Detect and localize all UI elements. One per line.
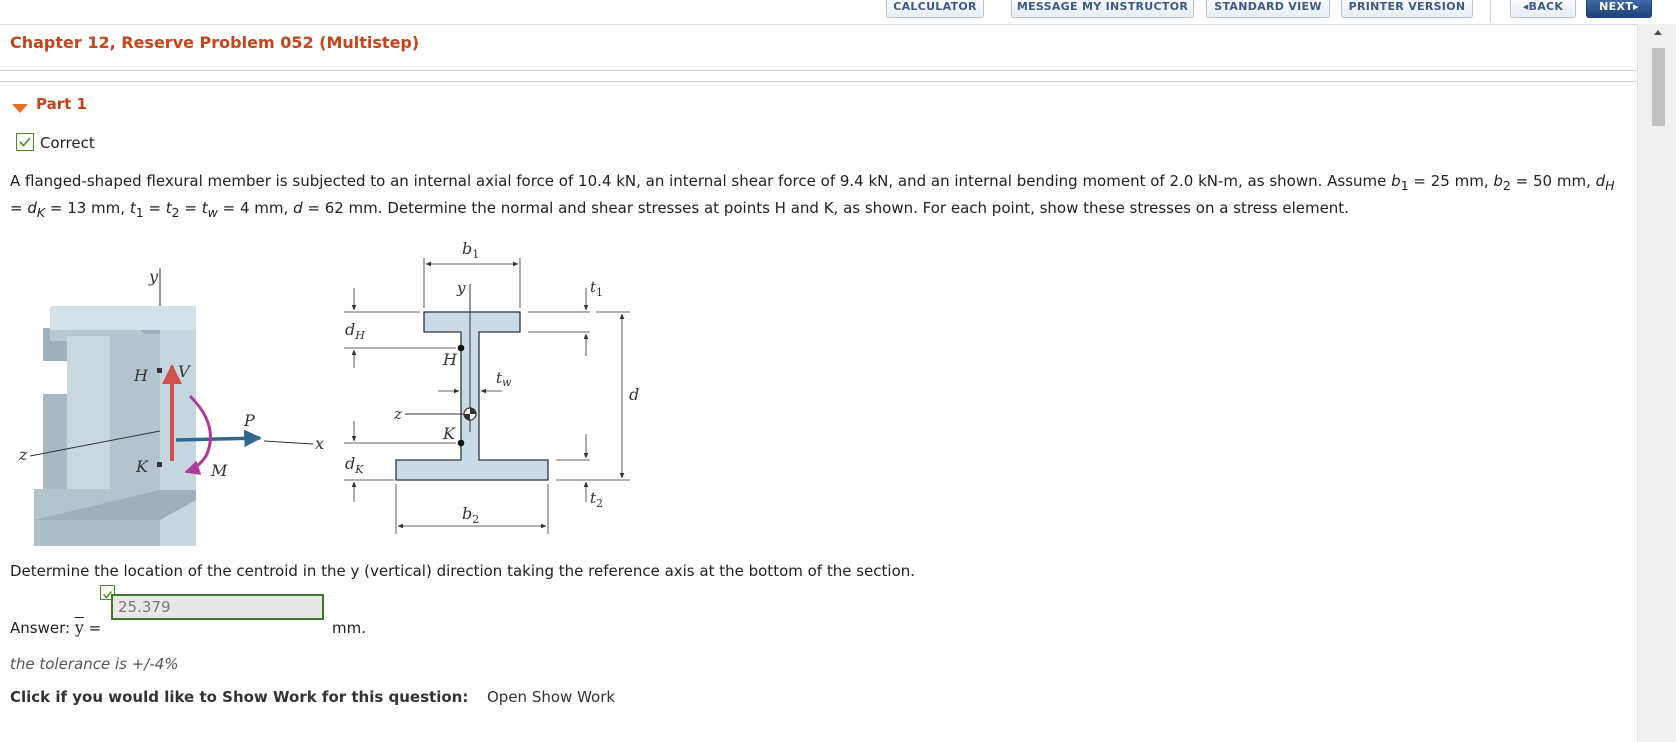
label-tw: tw	[496, 369, 512, 389]
open-show-work-link[interactable]: Open Show Work	[487, 688, 615, 706]
answer-label: Answer: y =	[10, 618, 102, 637]
problem-figure: y z x H K V P M b1 b2 y z H K tw dH dK t…	[10, 236, 680, 551]
answer-input[interactable]	[111, 594, 324, 620]
part-panel: Part 1 Correct A flanged-shaped flexural…	[0, 81, 1636, 742]
label-M: M	[210, 461, 228, 480]
collapse-triangle-icon[interactable]	[12, 104, 28, 113]
scroll-up-arrow-icon[interactable]	[1654, 30, 1662, 35]
label-V: V	[178, 362, 191, 381]
b2-value: 50 mm	[1532, 172, 1587, 190]
label-K-section: K	[442, 424, 456, 443]
vertical-scrollbar[interactable]	[1637, 24, 1676, 742]
label-b1: b1	[462, 239, 479, 261]
label-z-section: z	[393, 405, 402, 423]
next-button[interactable]: NEXT▸	[1586, 0, 1652, 18]
content-area: Chapter 12, Reserve Problem 052 (Multist…	[0, 24, 1636, 742]
label-dK: dK	[345, 454, 364, 476]
problem-statement: A flanged-shaped flexural member is subj…	[10, 172, 1615, 220]
label-d: d	[629, 385, 639, 404]
chapter-title: Chapter 12, Reserve Problem 052 (Multist…	[10, 33, 420, 52]
depth-value: 62 mm	[324, 199, 378, 217]
y-bar-symbol: y	[74, 618, 84, 637]
part-title[interactable]: Part 1	[36, 95, 87, 113]
answer-unit: mm.	[332, 619, 366, 637]
thickness-value: 4 mm	[239, 199, 284, 217]
label-H-3d: H	[133, 366, 149, 385]
show-work-prompt: Click if you would like to Show Work for…	[10, 688, 469, 706]
label-t1: t1	[590, 278, 603, 299]
label-y-section: y	[456, 279, 466, 297]
top-toolbar: CALCULATOR MESSAGE MY INSTRUCTOR STANDAR…	[0, 0, 1676, 25]
calculator-button[interactable]: CALCULATOR	[886, 0, 984, 18]
label-y-3d: y	[148, 267, 159, 286]
standard-view-button[interactable]: STANDARD VIEW	[1206, 0, 1330, 18]
beam-3d-view	[29, 268, 314, 551]
scrollbar-thumb[interactable]	[1652, 48, 1665, 126]
tolerance-note: the tolerance is +/-4%	[10, 655, 179, 673]
b1-value: 25 mm	[1430, 172, 1484, 190]
printer-version-button[interactable]: PRINTER VERSION	[1341, 0, 1473, 18]
back-button[interactable]: ◂BACK	[1510, 0, 1576, 18]
label-K-3d: K	[135, 457, 149, 476]
label-z-3d: z	[18, 445, 28, 464]
problem-text-suffix: . Determine the normal and shear stresse…	[377, 199, 1349, 217]
status-correct: Correct	[40, 134, 95, 152]
question-text: Determine the location of the centroid i…	[10, 562, 916, 580]
label-t2: t2	[590, 489, 603, 510]
title-panel: Chapter 12, Reserve Problem 052 (Multist…	[0, 24, 1636, 71]
label-H-section: H	[442, 350, 458, 369]
label-x: x	[315, 434, 324, 453]
label-dH: dH	[345, 320, 365, 342]
dh-dk-value: 13 mm	[67, 199, 121, 217]
label-b2: b2	[462, 504, 479, 526]
toolbar-divider	[1490, 0, 1491, 22]
cross-section	[344, 258, 630, 534]
problem-text-prefix: A flanged-shaped flexural member is subj…	[10, 172, 1392, 190]
label-P: P	[243, 411, 255, 430]
correct-check-icon	[16, 133, 34, 151]
message-instructor-button[interactable]: MESSAGE MY INSTRUCTOR	[1011, 0, 1194, 18]
